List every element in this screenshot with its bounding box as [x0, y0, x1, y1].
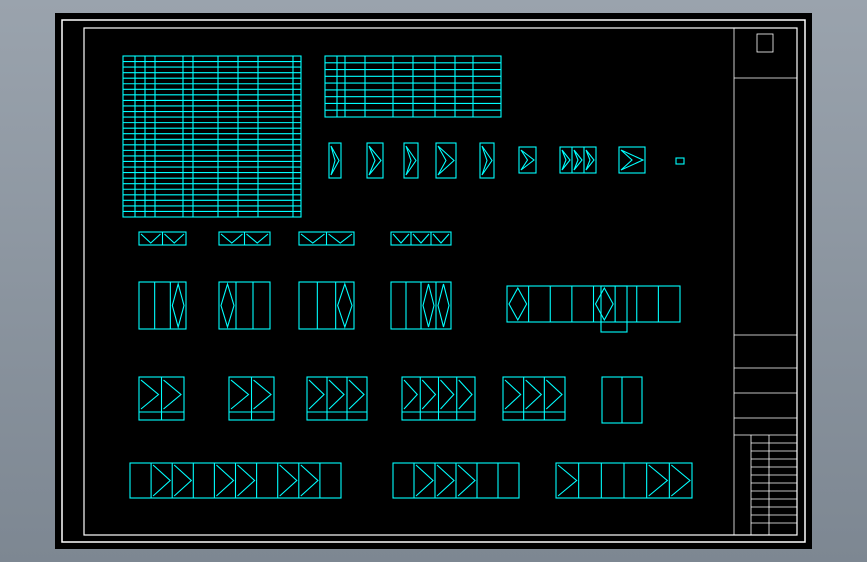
drawing-geometry — [122, 55, 693, 499]
long-window-elevation — [392, 462, 520, 499]
casement-opening — [140, 379, 160, 410]
casement-elevation — [228, 376, 275, 421]
casement-elevation — [502, 376, 566, 421]
casement-opening — [525, 379, 543, 410]
opening-indicator — [405, 145, 417, 176]
long-opening — [152, 464, 172, 497]
long-window-elevation — [129, 462, 342, 499]
sash-strip — [390, 231, 452, 246]
long-opening — [300, 464, 319, 497]
long-opening — [216, 464, 235, 497]
casement-opening — [440, 379, 455, 410]
window-elevation — [618, 146, 646, 174]
long-opening — [415, 464, 434, 497]
strip-opening — [392, 233, 410, 244]
opening-indicator — [481, 145, 493, 176]
opening-indicator — [437, 145, 455, 176]
long-window-elevation — [555, 462, 693, 499]
door-window-elevation — [218, 281, 271, 330]
window-elevation — [435, 142, 457, 179]
casement-opening — [421, 379, 437, 410]
opening-indicator — [368, 145, 382, 176]
company-logo — [756, 33, 774, 53]
unit-frame — [298, 281, 355, 330]
unit-frame — [138, 281, 187, 330]
strip-opening — [140, 233, 161, 244]
opening-indicator — [520, 149, 535, 171]
sheet-border-outer — [61, 19, 806, 543]
cad-drawing — [61, 19, 806, 543]
schedule-table-1 — [122, 55, 302, 218]
window-elevation — [328, 142, 342, 179]
casement-opening — [163, 379, 182, 410]
strip-opening — [412, 233, 430, 244]
casement-frame — [502, 376, 566, 421]
long-opening — [173, 464, 193, 497]
door-window-elevation — [506, 285, 681, 323]
long-opening — [670, 464, 691, 497]
opening-indicator — [620, 149, 645, 171]
casement-opening — [545, 379, 563, 410]
tiny-window-mark — [675, 157, 685, 165]
casement-opening — [308, 379, 325, 410]
unit-frame — [218, 281, 271, 330]
projected-unit — [600, 285, 628, 333]
casement-opening — [230, 379, 250, 410]
fixed-window — [601, 376, 643, 424]
opening-indicator — [330, 145, 340, 176]
sash-strip — [138, 231, 187, 246]
cad-viewport[interactable] — [55, 13, 812, 549]
door-window-elevation — [298, 281, 355, 330]
opening-diamond — [220, 282, 235, 329]
door-window-elevation — [390, 281, 452, 330]
long-opening — [457, 464, 476, 497]
opening-indicator — [561, 149, 571, 171]
strip-opening — [328, 233, 353, 244]
long-opening — [279, 464, 298, 497]
casement-opening — [403, 379, 418, 410]
window-elevation — [479, 142, 495, 179]
opening-diamond — [337, 282, 353, 329]
table-border — [122, 55, 302, 218]
opening-indicator — [573, 149, 583, 171]
opening-diamond — [171, 281, 185, 330]
sash-strip — [218, 231, 271, 246]
strip-opening — [300, 233, 325, 244]
casement-elevation — [306, 376, 368, 421]
opening-diamond — [437, 283, 450, 328]
window-elevation — [518, 146, 537, 174]
casement-elevation — [138, 376, 185, 421]
opening-indicator — [585, 149, 595, 171]
long-opening — [557, 464, 578, 497]
window-elevation — [366, 142, 384, 179]
casement-opening — [328, 379, 345, 410]
window-elevation — [559, 146, 597, 174]
sash-strip — [298, 231, 355, 246]
casement-opening — [458, 379, 473, 410]
strip-opening — [164, 233, 185, 244]
opening-diamond — [422, 283, 435, 328]
door-window-elevation — [138, 281, 187, 330]
casement-opening — [348, 379, 365, 410]
opening-diamond — [594, 286, 614, 322]
casement-elevation — [401, 376, 476, 421]
casement-opening — [504, 379, 522, 410]
long-opening — [436, 464, 455, 497]
schedule-table-2 — [324, 55, 502, 118]
casement-frame — [306, 376, 368, 421]
title-block — [733, 28, 797, 535]
window-elevation — [403, 142, 419, 179]
long-opening — [648, 464, 669, 497]
strip-opening — [246, 233, 269, 244]
long-opening — [237, 464, 256, 497]
opening-diamond — [508, 286, 528, 322]
casement-opening — [253, 379, 272, 410]
strip-opening — [432, 233, 450, 244]
strip-opening — [220, 233, 243, 244]
